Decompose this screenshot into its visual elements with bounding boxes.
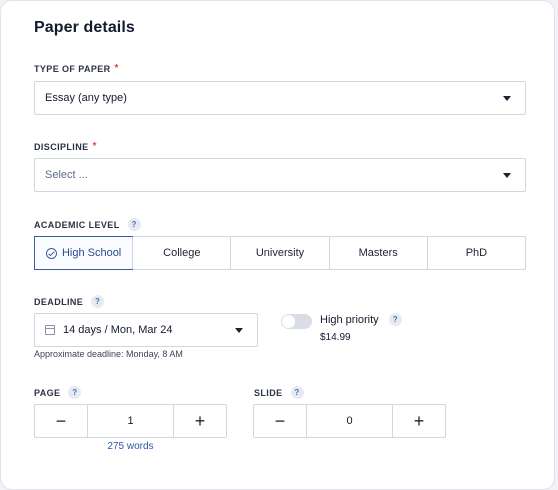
level-option-college[interactable]: College bbox=[132, 237, 230, 269]
slide-increment-button[interactable]: + bbox=[393, 405, 445, 437]
page-label: PAGE ? bbox=[34, 386, 82, 399]
help-icon[interactable]: ? bbox=[290, 386, 304, 399]
level-option-university[interactable]: University bbox=[230, 237, 328, 269]
word-count: 275 words bbox=[107, 441, 154, 452]
page-decrement-button[interactable]: − bbox=[35, 405, 87, 437]
deadline-label: DEADLINE ? bbox=[34, 295, 105, 308]
deadline-select[interactable]: 14 days / Mon, Mar 24 bbox=[34, 313, 258, 347]
help-icon[interactable]: ? bbox=[127, 218, 141, 231]
toggle-knob bbox=[282, 315, 295, 328]
high-priority-price: $14.99 bbox=[320, 332, 351, 343]
level-option-high-school[interactable]: High School bbox=[34, 236, 134, 270]
discipline-label: DISCIPLINE * bbox=[34, 141, 97, 152]
paper-details-card: Paper details TYPE OF PAPER * Essay (any… bbox=[0, 0, 555, 490]
slide-stepper: − 0 + bbox=[253, 404, 446, 438]
level-option-phd[interactable]: PhD bbox=[426, 237, 525, 269]
page-label-text: PAGE bbox=[34, 387, 61, 398]
level-option-label: College bbox=[163, 247, 201, 259]
calendar-icon bbox=[45, 325, 55, 335]
discipline-label-text: DISCIPLINE bbox=[34, 141, 89, 152]
level-option-label: High School bbox=[61, 247, 122, 259]
slide-count-input[interactable]: 0 bbox=[306, 405, 393, 437]
check-circle-icon bbox=[45, 247, 57, 259]
help-icon[interactable]: ? bbox=[388, 313, 402, 326]
type-of-paper-label: TYPE OF PAPER * bbox=[34, 63, 119, 74]
level-option-label: University bbox=[255, 247, 305, 259]
deadline-label-text: DEADLINE bbox=[34, 296, 84, 307]
help-icon[interactable]: ? bbox=[91, 295, 105, 308]
type-of-paper-value: Essay (any type) bbox=[45, 92, 127, 104]
help-icon[interactable]: ? bbox=[68, 386, 82, 399]
approximate-deadline: Approximate deadline: Monday, 8 AM bbox=[34, 349, 183, 359]
page-count-input[interactable]: 1 bbox=[87, 405, 174, 437]
high-priority-toggle[interactable] bbox=[281, 314, 312, 329]
section-title: Paper details bbox=[34, 19, 135, 36]
discipline-select[interactable]: Select ... bbox=[34, 158, 526, 192]
required-mark: * bbox=[114, 63, 119, 74]
slide-label-text: SLIDE bbox=[254, 387, 283, 398]
required-mark: * bbox=[92, 141, 97, 152]
slide-decrement-button[interactable]: − bbox=[254, 405, 306, 437]
level-option-masters[interactable]: Masters bbox=[328, 237, 427, 269]
academic-level-label-text: ACADEMIC LEVEL bbox=[34, 219, 120, 230]
type-of-paper-select[interactable]: Essay (any type) bbox=[34, 81, 526, 115]
deadline-value: 14 days / Mon, Mar 24 bbox=[63, 324, 173, 336]
discipline-placeholder: Select ... bbox=[45, 169, 88, 181]
academic-level-segmented-control: High School College University Masters P… bbox=[34, 236, 526, 270]
level-option-label: Masters bbox=[358, 247, 398, 259]
high-priority-label-text: High priority bbox=[320, 313, 379, 326]
high-priority-label: High priority ? bbox=[320, 313, 402, 326]
level-option-label: PhD bbox=[465, 247, 488, 259]
academic-level-label: ACADEMIC LEVEL ? bbox=[34, 218, 141, 231]
chevron-down-icon bbox=[235, 328, 243, 333]
page-stepper: − 1 + bbox=[34, 404, 227, 438]
type-of-paper-label-text: TYPE OF PAPER bbox=[34, 63, 111, 74]
slide-label: SLIDE ? bbox=[254, 386, 304, 399]
chevron-down-icon bbox=[503, 173, 511, 178]
chevron-down-icon bbox=[503, 96, 511, 101]
page-increment-button[interactable]: + bbox=[174, 405, 226, 437]
